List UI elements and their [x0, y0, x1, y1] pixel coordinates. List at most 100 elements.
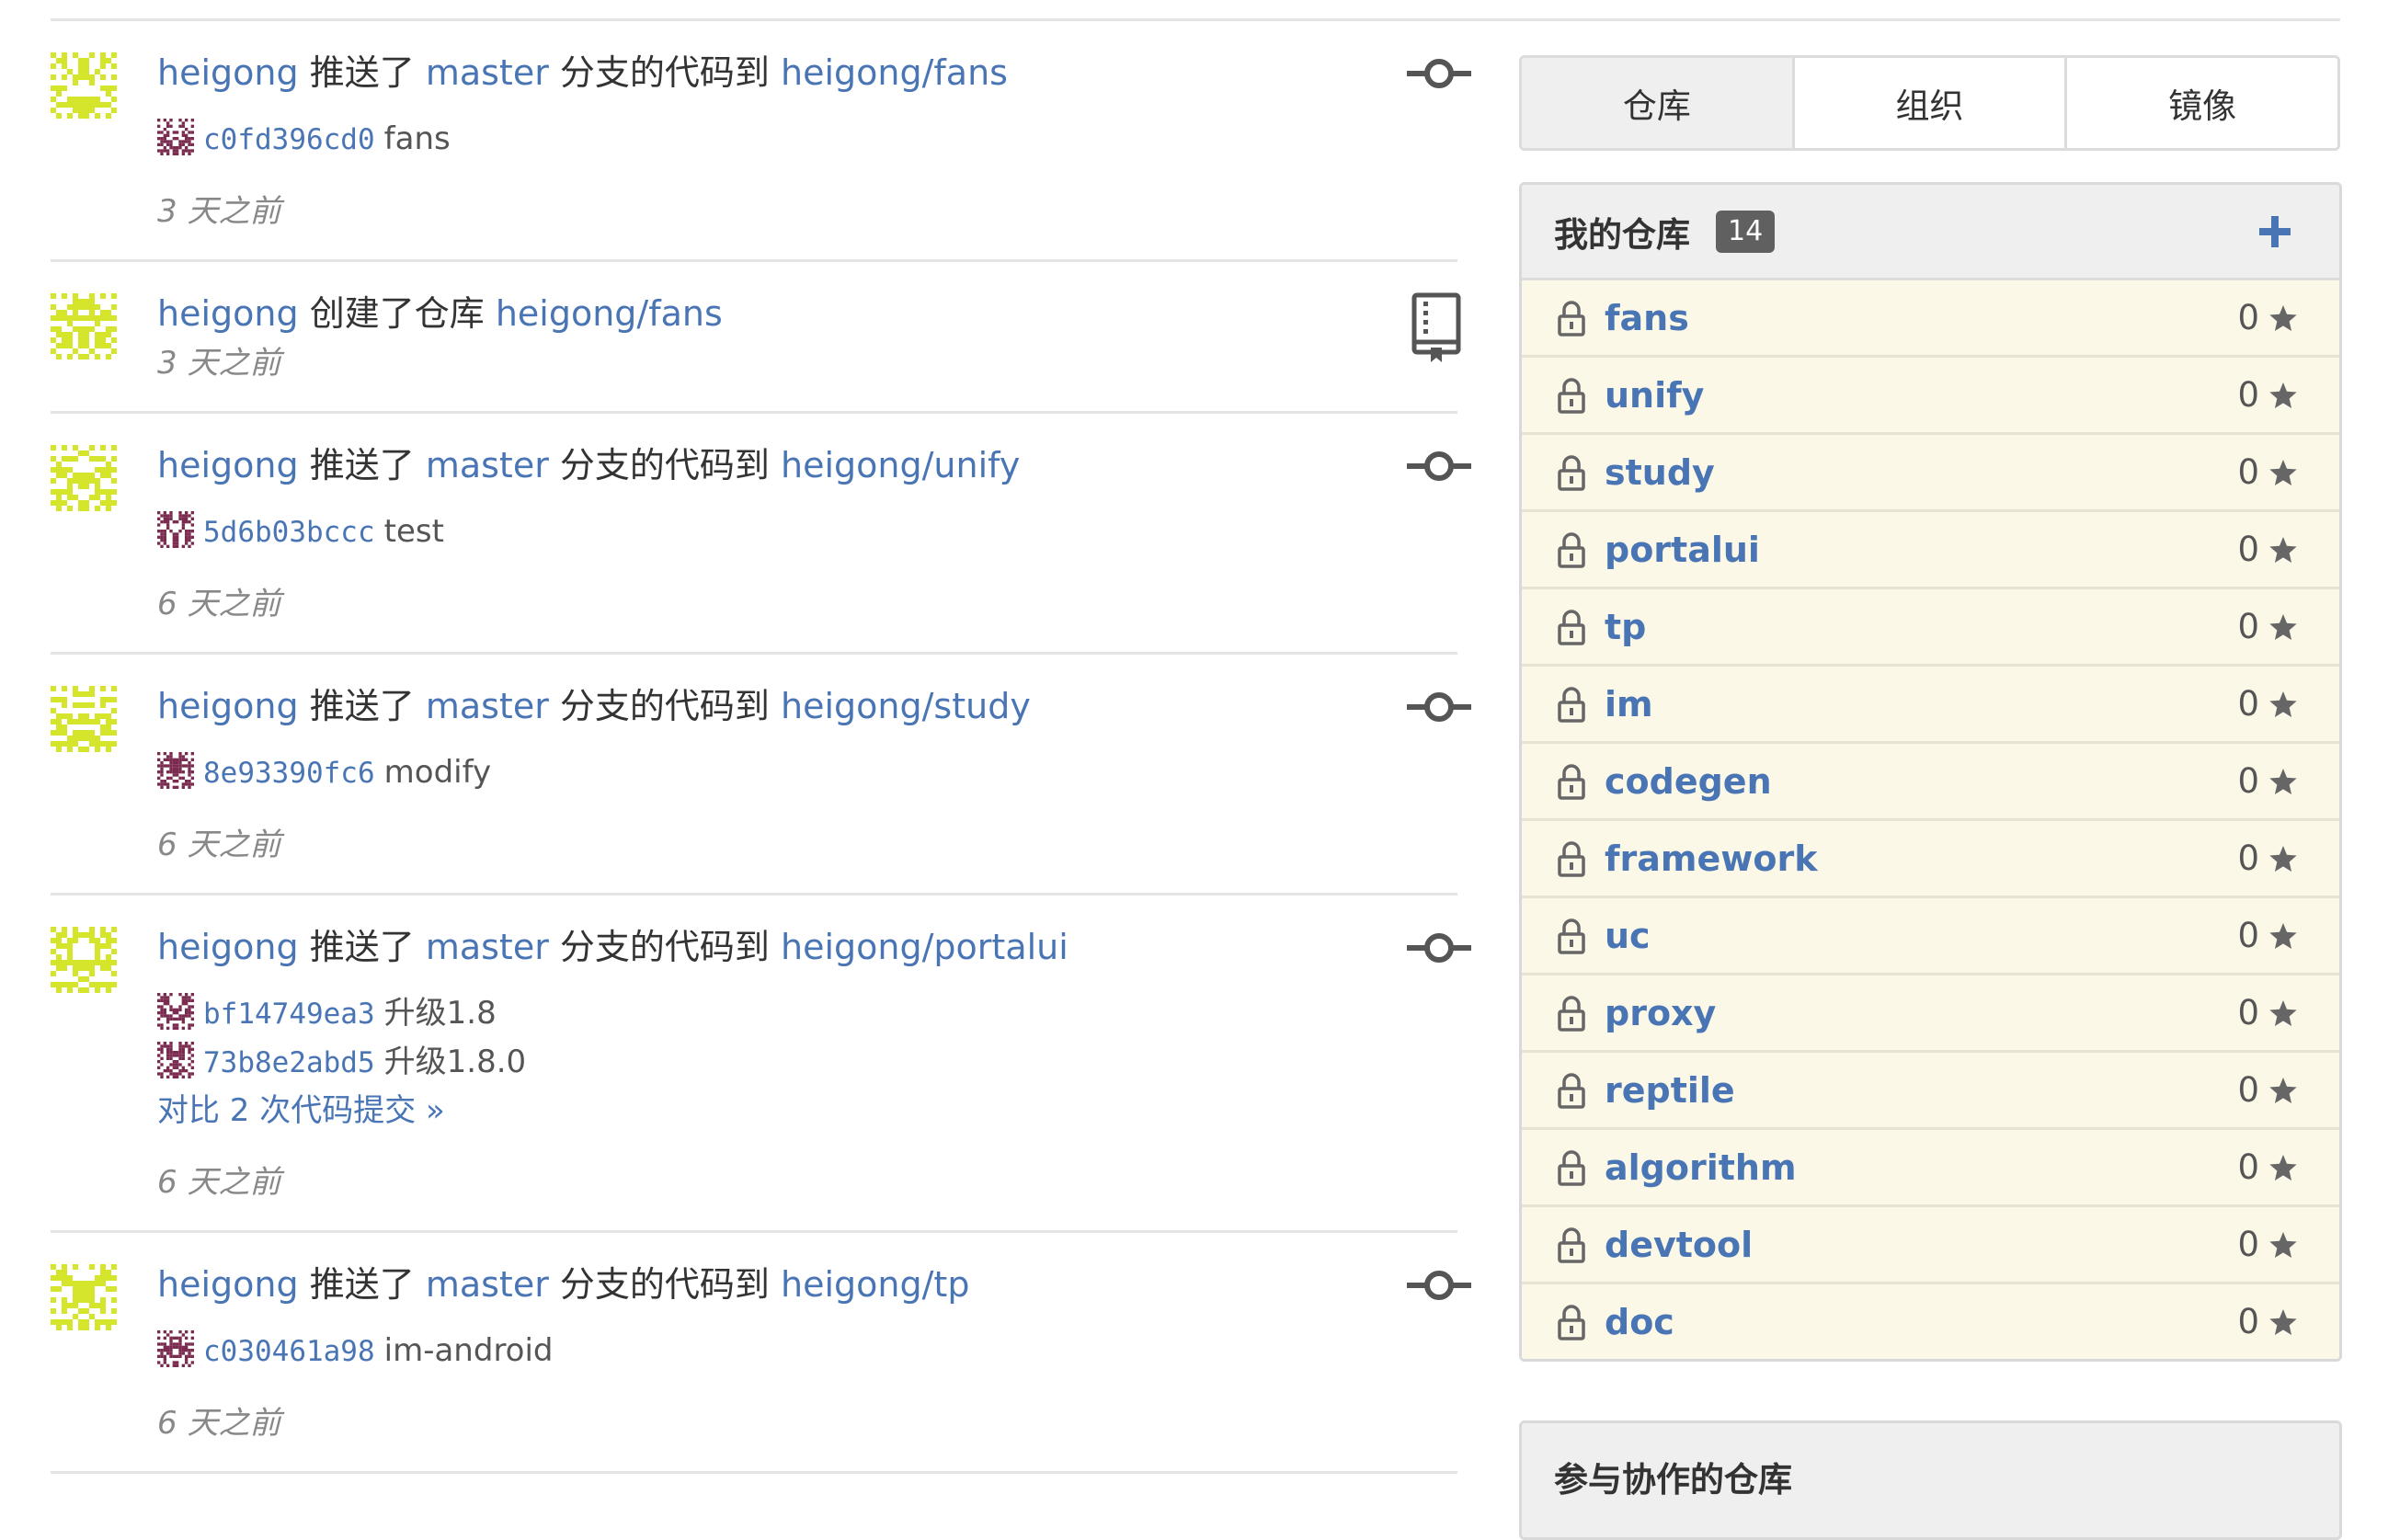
- repo-link[interactable]: heigong/fans: [781, 52, 1008, 93]
- repo-name-link[interactable]: fans: [1605, 298, 2237, 338]
- repo-link[interactable]: heigong/study: [781, 686, 1031, 726]
- repo-link[interactable]: heigong/fans: [496, 293, 723, 334]
- repo-list-item[interactable]: algorithm 0: [1522, 1127, 2339, 1204]
- commit-message: im-android: [383, 1332, 554, 1369]
- repo-list-item[interactable]: codegen 0: [1522, 741, 2339, 818]
- repo-link[interactable]: heigong/portalui: [781, 927, 1068, 967]
- star-count-value: 0: [2237, 916, 2259, 955]
- event-time: 6 天之前: [157, 586, 281, 622]
- star-icon: [2269, 304, 2297, 331]
- action-text: 推送了: [309, 445, 415, 485]
- commit-sha-link[interactable]: 5d6b03bccc: [203, 516, 375, 549]
- commit-sha-link[interactable]: 73b8e2abd5: [203, 1046, 375, 1079]
- star-icon: [2269, 382, 2297, 408]
- feed-item: heigong 推送了 master 分支的代码到 heigong/unify …: [51, 414, 1471, 655]
- repo-name-link[interactable]: algorithm: [1605, 1147, 2237, 1188]
- feed-summary: heigong 推送了 master 分支的代码到 heigong/fans: [157, 49, 1457, 97]
- commit-icon: [1407, 59, 1471, 88]
- repo-name-link[interactable]: proxy: [1605, 993, 2237, 1033]
- tab-repositories[interactable]: 仓库: [1522, 58, 1792, 148]
- repo-list-item[interactable]: tp 0: [1522, 587, 2339, 664]
- commit-sha-link[interactable]: bf14749ea3: [203, 998, 375, 1031]
- repo-list: fans 0 unify 0 study 0 portalui 0 tp 0 im 0 codegen 0…: [1522, 280, 2339, 1359]
- my-repos-title: 我的仓库: [1554, 214, 1690, 255]
- user-link[interactable]: heigong: [157, 293, 299, 334]
- feed-item: heigong 推送了 master 分支的代码到 heigong/study …: [51, 655, 1471, 895]
- event-type-icon-box: [1407, 55, 1471, 96]
- feed-summary: heigong 创建了仓库 heigong/fans: [157, 290, 1457, 337]
- user-link[interactable]: heigong: [157, 686, 299, 726]
- star-count: 0: [2237, 375, 2298, 415]
- repo-list-item[interactable]: study 0: [1522, 432, 2339, 509]
- feed-content: heigong 推送了 master 分支的代码到 heigong/portal…: [51, 895, 1457, 1230]
- tab-mirrors[interactable]: 镜像: [2064, 58, 2337, 148]
- branch-link[interactable]: master: [426, 686, 549, 726]
- repo-list-item[interactable]: portalui 0: [1522, 509, 2339, 587]
- repo-name-link[interactable]: doc: [1605, 1302, 2237, 1342]
- compare-commits-link[interactable]: 对比 2 次代码提交 »: [157, 1089, 1457, 1133]
- repo-list-item[interactable]: proxy 0: [1522, 973, 2339, 1050]
- repo-list-item[interactable]: uc 0: [1522, 895, 2339, 973]
- repo-link[interactable]: heigong/tp: [781, 1264, 969, 1305]
- star-icon: [2269, 613, 2297, 640]
- feed-item: heigong 创建了仓库 heigong/fans 3 天之前: [51, 262, 1461, 414]
- repo-count-badge: 14: [1716, 210, 1776, 253]
- star-icon: [2269, 1308, 2297, 1335]
- repo-name-link[interactable]: unify: [1605, 375, 2237, 416]
- star-icon: [2269, 845, 2297, 872]
- star-count-value: 0: [2237, 607, 2259, 646]
- repo-list-item[interactable]: framework 0: [1522, 818, 2339, 895]
- repo-list-item[interactable]: doc 0: [1522, 1282, 2339, 1359]
- commit-sha-link[interactable]: 8e93390fc6: [203, 757, 375, 790]
- repo-name-link[interactable]: tp: [1605, 607, 2237, 647]
- repo-list-item[interactable]: im 0: [1522, 664, 2339, 741]
- tab-organizations[interactable]: 组织: [1791, 58, 2065, 148]
- branch-link[interactable]: master: [426, 445, 549, 485]
- repo-name-link[interactable]: reptile: [1605, 1070, 2237, 1111]
- user-avatar: [51, 445, 117, 511]
- star-icon: [2269, 999, 2297, 1026]
- star-count: 0: [2237, 1225, 2298, 1264]
- event-time: 3 天之前: [157, 345, 281, 382]
- star-count-value: 0: [2237, 684, 2259, 724]
- lock-icon: [1558, 377, 1585, 414]
- user-avatar: [51, 927, 117, 993]
- repo-list-item[interactable]: fans 0: [1522, 280, 2339, 355]
- repo-name-link[interactable]: uc: [1605, 916, 2237, 956]
- user-link[interactable]: heigong: [157, 927, 299, 967]
- repo-list-item[interactable]: unify 0: [1522, 355, 2339, 432]
- star-count-value: 0: [2237, 1302, 2259, 1341]
- repo-name-link[interactable]: devtool: [1605, 1225, 2237, 1265]
- lock-icon: [1558, 531, 1585, 568]
- user-link[interactable]: heigong: [157, 52, 299, 93]
- branch-link[interactable]: master: [426, 927, 549, 967]
- repo-name-link[interactable]: portalui: [1605, 530, 2237, 570]
- star-count-value: 0: [2237, 298, 2259, 337]
- repo-list-item[interactable]: reptile 0: [1522, 1050, 2339, 1127]
- lock-icon: [1558, 840, 1585, 877]
- collab-repos-title: 参与协作的仓库: [1554, 1460, 1792, 1500]
- user-link[interactable]: heigong: [157, 1264, 299, 1305]
- repo-link[interactable]: heigong/unify: [781, 445, 1020, 485]
- commit-message: test: [383, 513, 444, 550]
- repo-name-link[interactable]: im: [1605, 684, 2237, 724]
- star-count-value: 0: [2237, 1147, 2259, 1187]
- repo-name-link[interactable]: framework: [1605, 838, 2237, 879]
- repo-name-link[interactable]: study: [1605, 452, 2237, 493]
- feed-summary: heigong 推送了 master 分支的代码到 heigong/unify: [157, 441, 1457, 489]
- commit-entry: 73b8e2abd5 升级1.8.0: [157, 1040, 1457, 1085]
- plus-icon[interactable]: [2252, 209, 2298, 255]
- branch-link[interactable]: master: [426, 1264, 549, 1305]
- repo-name-link[interactable]: codegen: [1605, 761, 2237, 802]
- star-count: 0: [2237, 916, 2298, 955]
- lock-icon: [1558, 1304, 1585, 1340]
- star-count: 0: [2237, 530, 2298, 569]
- branch-link[interactable]: master: [426, 52, 549, 93]
- user-link[interactable]: heigong: [157, 445, 299, 485]
- repo-list-item[interactable]: devtool 0: [1522, 1204, 2339, 1282]
- my-repos-panel: 我的仓库 14 fans 0 unify 0 study 0 portalui 0 tp 0 im 0…: [1519, 182, 2342, 1362]
- commit-sha-link[interactable]: c0fd396cd0: [203, 123, 375, 156]
- commit-sha-link[interactable]: c030461a98: [203, 1335, 375, 1368]
- feed-item: heigong 推送了 master 分支的代码到 heigong/portal…: [51, 895, 1471, 1233]
- commit-icon: [1407, 1271, 1471, 1300]
